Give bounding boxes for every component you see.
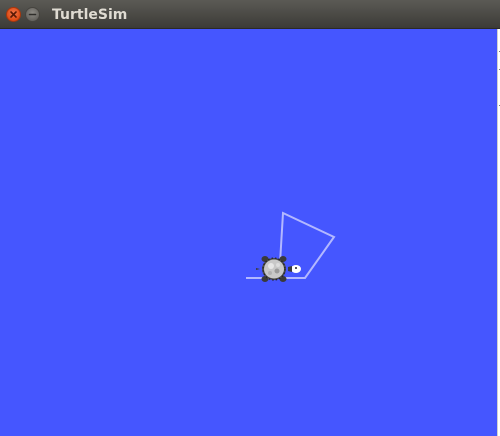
turtlesim-canvas (0, 29, 497, 436)
minimize-icon (28, 13, 37, 16)
close-icon (10, 11, 17, 18)
window-titlebar[interactable]: TurtleSim (0, 0, 500, 29)
drawing-surface (246, 211, 336, 282)
turtlesim-window: TurtleSim (0, 0, 500, 436)
minimize-button[interactable] (25, 7, 40, 22)
window-title: TurtleSim (52, 7, 128, 23)
close-button[interactable] (6, 7, 21, 22)
